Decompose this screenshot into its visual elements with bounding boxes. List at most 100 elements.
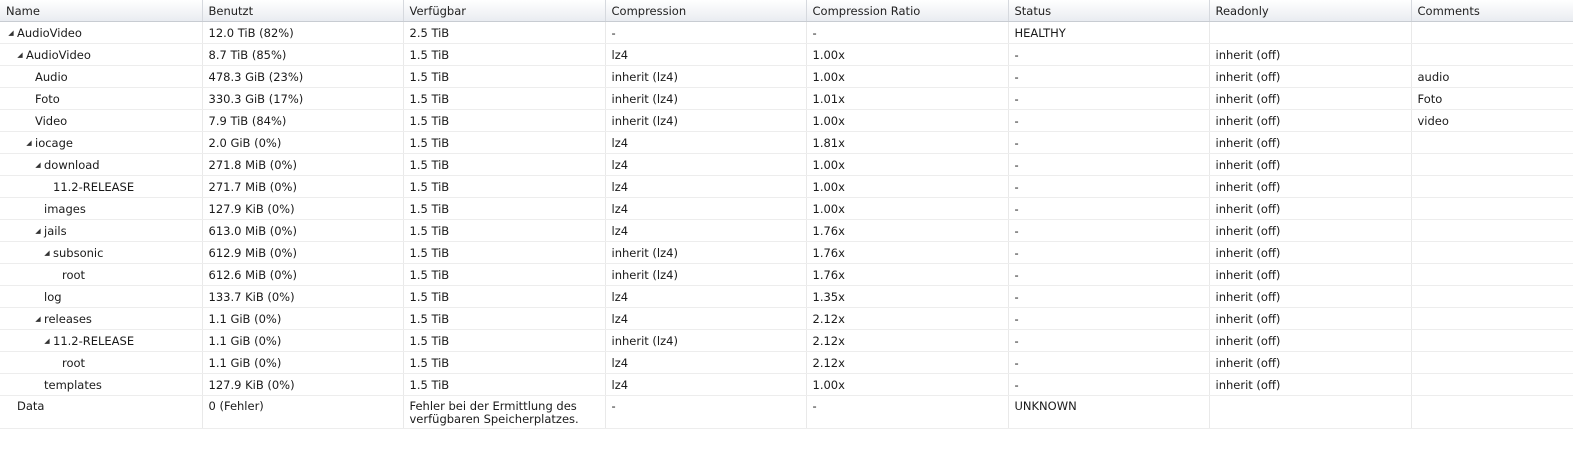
- expand-triangle-icon[interactable]: ◢: [42, 249, 52, 257]
- expand-triangle-icon[interactable]: ◢: [42, 337, 52, 345]
- comments-cell: [1411, 241, 1573, 264]
- comments-cell: video: [1411, 109, 1573, 132]
- readonly-cell: inherit (off): [1209, 241, 1412, 264]
- used-cell: 271.8 MiB (0%): [202, 153, 404, 176]
- name-cell: templates: [0, 373, 203, 396]
- dataset-name: 11.2-RELEASE: [53, 334, 135, 348]
- readonly-cell: inherit (off): [1209, 43, 1412, 66]
- used-cell: 612.6 MiB (0%): [202, 263, 404, 286]
- compression-cell: lz4: [605, 131, 807, 154]
- expand-triangle-icon[interactable]: ◢: [15, 51, 25, 59]
- tree-node: ◢ releases: [6, 312, 202, 326]
- expand-triangle-icon[interactable]: ◢: [24, 139, 34, 147]
- column-header-compression[interactable]: Compression: [605, 0, 807, 22]
- readonly-cell: inherit (off): [1209, 197, 1412, 220]
- status-cell: -: [1008, 197, 1210, 220]
- available-cell: 1.5 TiB: [403, 43, 606, 66]
- used-cell: 478.3 GiB (23%): [202, 65, 404, 88]
- tree-node: ◢ AudioVideo: [6, 26, 202, 40]
- dataset-name: 11.2-RELEASE: [53, 180, 135, 194]
- table-row[interactable]: ◢ 11.2-RELEASE 1.1 GiB (0%) 1.5 TiB inherit …: [0, 329, 1573, 352]
- comments-cell: [1411, 329, 1573, 352]
- dataset-name: jails: [44, 224, 67, 238]
- table-row[interactable]: ◢ AudioVideo 12.0 TiB (82%) 2.5 TiB - - HEALTH…: [0, 21, 1573, 44]
- table-row[interactable]: Audio 478.3 GiB (23%) 1.5 TiB inherit (lz4)…: [0, 65, 1573, 88]
- table-row[interactable]: 11.2-RELEASE 271.7 MiB (0%) 1.5 TiB lz4 1.00…: [0, 175, 1573, 198]
- dataset-name: Video: [35, 114, 68, 128]
- name-cell: ◢ iocage: [0, 131, 203, 154]
- expand-triangle-icon[interactable]: ◢: [33, 161, 43, 169]
- column-header-readonly[interactable]: Readonly: [1209, 0, 1412, 22]
- status-cell: -: [1008, 65, 1210, 88]
- table-row[interactable]: ◢ AudioVideo 8.7 TiB (85%) 1.5 TiB lz4 1.00x -…: [0, 43, 1573, 66]
- compression-cell: lz4: [605, 373, 807, 396]
- name-cell: ◢ 11.2-RELEASE: [0, 329, 203, 352]
- available-cell: 1.5 TiB: [403, 109, 606, 132]
- used-cell: 612.9 MiB (0%): [202, 241, 404, 264]
- tree-node: ◢ download: [6, 158, 202, 172]
- ratio-cell: 1.00x: [806, 65, 1009, 88]
- status-cell: -: [1008, 285, 1210, 308]
- used-cell: 1.1 GiB (0%): [202, 351, 404, 374]
- column-header-available[interactable]: Verfügbar: [403, 0, 606, 22]
- compression-cell: inherit (lz4): [605, 241, 807, 264]
- compression-cell: inherit (lz4): [605, 109, 807, 132]
- status-cell: -: [1008, 307, 1210, 330]
- column-header-status[interactable]: Status: [1008, 0, 1210, 22]
- table-row[interactable]: Data 0 (Fehler) Fehler bei der Ermittlung …: [0, 395, 1573, 429]
- comments-cell: [1411, 21, 1573, 44]
- table-row[interactable]: ◢ subsonic 612.9 MiB (0%) 1.5 TiB inherit (l…: [0, 241, 1573, 264]
- column-header-compression-ratio[interactable]: Compression Ratio: [806, 0, 1009, 22]
- compression-cell: lz4: [605, 175, 807, 198]
- expand-triangle-icon[interactable]: ◢: [33, 315, 43, 323]
- tree-node: Foto: [6, 92, 202, 106]
- comments-cell: [1411, 43, 1573, 66]
- table-row[interactable]: images 127.9 KiB (0%) 1.5 TiB lz4 1.00x - inhe…: [0, 197, 1573, 220]
- table-row[interactable]: root 1.1 GiB (0%) 1.5 TiB lz4 2.12x - inherit …: [0, 351, 1573, 374]
- column-header-name[interactable]: Name: [0, 0, 203, 22]
- available-cell: 1.5 TiB: [403, 263, 606, 286]
- used-cell: 613.0 MiB (0%): [202, 219, 404, 242]
- tree-node: 11.2-RELEASE: [6, 180, 202, 194]
- available-cell: 1.5 TiB: [403, 87, 606, 110]
- expand-triangle-icon[interactable]: ◢: [33, 227, 43, 235]
- ratio-cell: 1.35x: [806, 285, 1009, 308]
- table-row[interactable]: Video 7.9 TiB (84%) 1.5 TiB inherit (lz4) 1.…: [0, 109, 1573, 132]
- comments-cell: [1411, 263, 1573, 286]
- status-cell: -: [1008, 175, 1210, 198]
- used-cell: 271.7 MiB (0%): [202, 175, 404, 198]
- table-row[interactable]: Foto 330.3 GiB (17%) 1.5 TiB inherit (lz4) 1…: [0, 87, 1573, 110]
- name-cell: Data: [0, 395, 203, 429]
- ratio-cell: 2.12x: [806, 307, 1009, 330]
- available-cell: 1.5 TiB: [403, 329, 606, 352]
- expand-triangle-icon[interactable]: ◢: [6, 29, 16, 37]
- table-row[interactable]: ◢ releases 1.1 GiB (0%) 1.5 TiB lz4 2.12x - inh…: [0, 307, 1573, 330]
- table-row[interactable]: root 612.6 MiB (0%) 1.5 TiB inherit (lz4) 1.…: [0, 263, 1573, 286]
- available-cell: Fehler bei der Ermittlung des verfügbare…: [403, 395, 606, 429]
- table-row[interactable]: log 133.7 KiB (0%) 1.5 TiB lz4 1.35x - inherit…: [0, 285, 1573, 308]
- comments-cell: [1411, 373, 1573, 396]
- ratio-cell: 1.76x: [806, 241, 1009, 264]
- comments-cell: [1411, 285, 1573, 308]
- compression-cell: inherit (lz4): [605, 329, 807, 352]
- ratio-cell: 2.12x: [806, 329, 1009, 352]
- column-header-used[interactable]: Benutzt: [202, 0, 404, 22]
- comments-cell: Foto: [1411, 87, 1573, 110]
- comments-cell: [1411, 351, 1573, 374]
- column-header-comments[interactable]: Comments: [1411, 0, 1573, 22]
- comments-cell: [1411, 395, 1573, 429]
- available-cell: 1.5 TiB: [403, 285, 606, 308]
- tree-node: Video: [6, 114, 202, 128]
- status-cell: HEALTHY: [1008, 21, 1210, 44]
- table-row[interactable]: templates 127.9 KiB (0%) 1.5 TiB lz4 1.00x - i…: [0, 373, 1573, 396]
- tree-node: log: [6, 290, 202, 304]
- name-cell: 11.2-RELEASE: [0, 175, 203, 198]
- table-row[interactable]: ◢ iocage 2.0 GiB (0%) 1.5 TiB lz4 1.81x - inher…: [0, 131, 1573, 154]
- table-row[interactable]: ◢ jails 613.0 MiB (0%) 1.5 TiB lz4 1.76x - inhe…: [0, 219, 1573, 242]
- comments-cell: audio: [1411, 65, 1573, 88]
- status-cell: -: [1008, 109, 1210, 132]
- table-row[interactable]: ◢ download 271.8 MiB (0%) 1.5 TiB lz4 1.00x - i…: [0, 153, 1573, 176]
- readonly-cell: inherit (off): [1209, 87, 1412, 110]
- name-cell: Foto: [0, 87, 203, 110]
- used-cell: 127.9 KiB (0%): [202, 197, 404, 220]
